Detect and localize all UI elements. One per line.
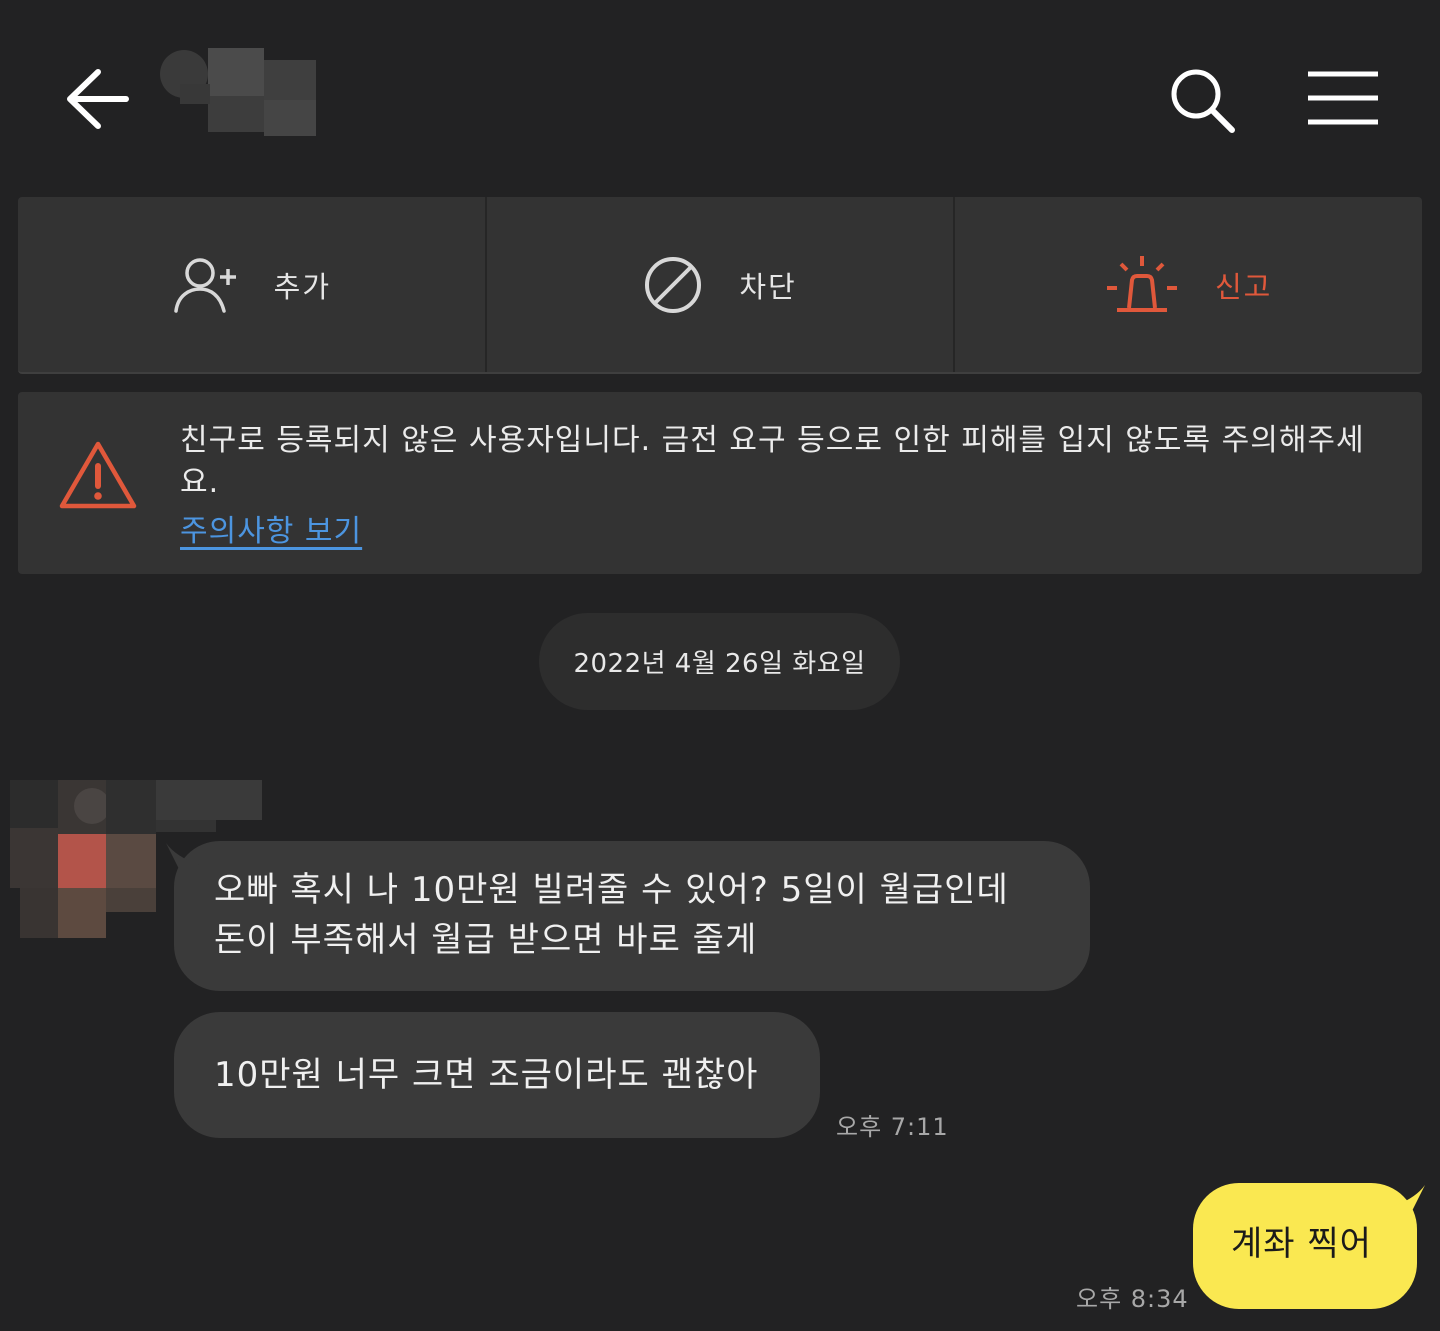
message-text: 계좌 찍어: [1231, 1224, 1372, 1264]
contact-name-blurred: [160, 44, 316, 136]
search-button[interactable]: [1166, 66, 1238, 136]
message-bubble-received[interactable]: 10만원 너무 크면 조금이라도 괜찮아: [174, 1012, 820, 1138]
block-label: 차단: [739, 269, 797, 304]
hamburger-menu-icon: [1308, 71, 1378, 125]
arrow-left-icon: [67, 69, 129, 129]
menu-button[interactable]: [1300, 66, 1384, 132]
message-bubble-sent[interactable]: 계좌 찍어: [1193, 1183, 1425, 1309]
message-bubble-received[interactable]: 오빠 혹시 나 10만원 빌려줄 수 있어? 5일이 월급인데 돈이 부족해서 …: [166, 841, 1090, 991]
back-button[interactable]: [62, 66, 134, 132]
action-bar: 추가 차단 신고: [18, 197, 1422, 374]
message-timestamp: 오후 8:34: [1076, 1285, 1189, 1313]
view-precautions-link[interactable]: 주의사항 보기: [180, 506, 362, 550]
message-line-2: 돈이 부족해서 월급 받으면 바로 줄게: [214, 920, 758, 960]
warning-triangle-icon: [59, 441, 137, 509]
report-label: 신고: [1214, 269, 1273, 304]
report-button[interactable]: 신고: [953, 197, 1422, 372]
block-button[interactable]: 차단: [484, 197, 954, 372]
unregistered-user-notice: 친구로 등록되지 않은 사용자입니다. 금전 요구 등으로 인한 피해를 입지 …: [18, 392, 1422, 574]
message-timestamp: 오후 7:11: [836, 1113, 949, 1141]
block-icon: [645, 256, 702, 313]
date-divider: 2022년 4월 26일 화요일: [539, 613, 900, 710]
notice-text: 친구로 등록되지 않은 사용자입니다. 금전 요구 등으로 인한 피해를 입지 …: [180, 423, 1365, 500]
bubble-tail: [1385, 1185, 1425, 1225]
message-text: 10만원 너무 크면 조금이라도 괜찮아: [214, 1055, 759, 1095]
bubble-tail: [166, 843, 206, 883]
add-friend-button[interactable]: 추가: [18, 197, 485, 372]
add-label: 추가: [273, 269, 332, 304]
message-text: 오빠 혹시 나 10만원 빌려줄 수 있어? 5일이 월급인데 돈이 부족해서 …: [214, 865, 1074, 965]
add-user-icon: [173, 257, 236, 313]
search-icon: [1171, 69, 1235, 133]
siren-icon: [1106, 255, 1177, 312]
message-line-1: 오빠 혹시 나 10만원 빌려줄 수 있어? 5일이 월급인데: [214, 870, 1009, 910]
